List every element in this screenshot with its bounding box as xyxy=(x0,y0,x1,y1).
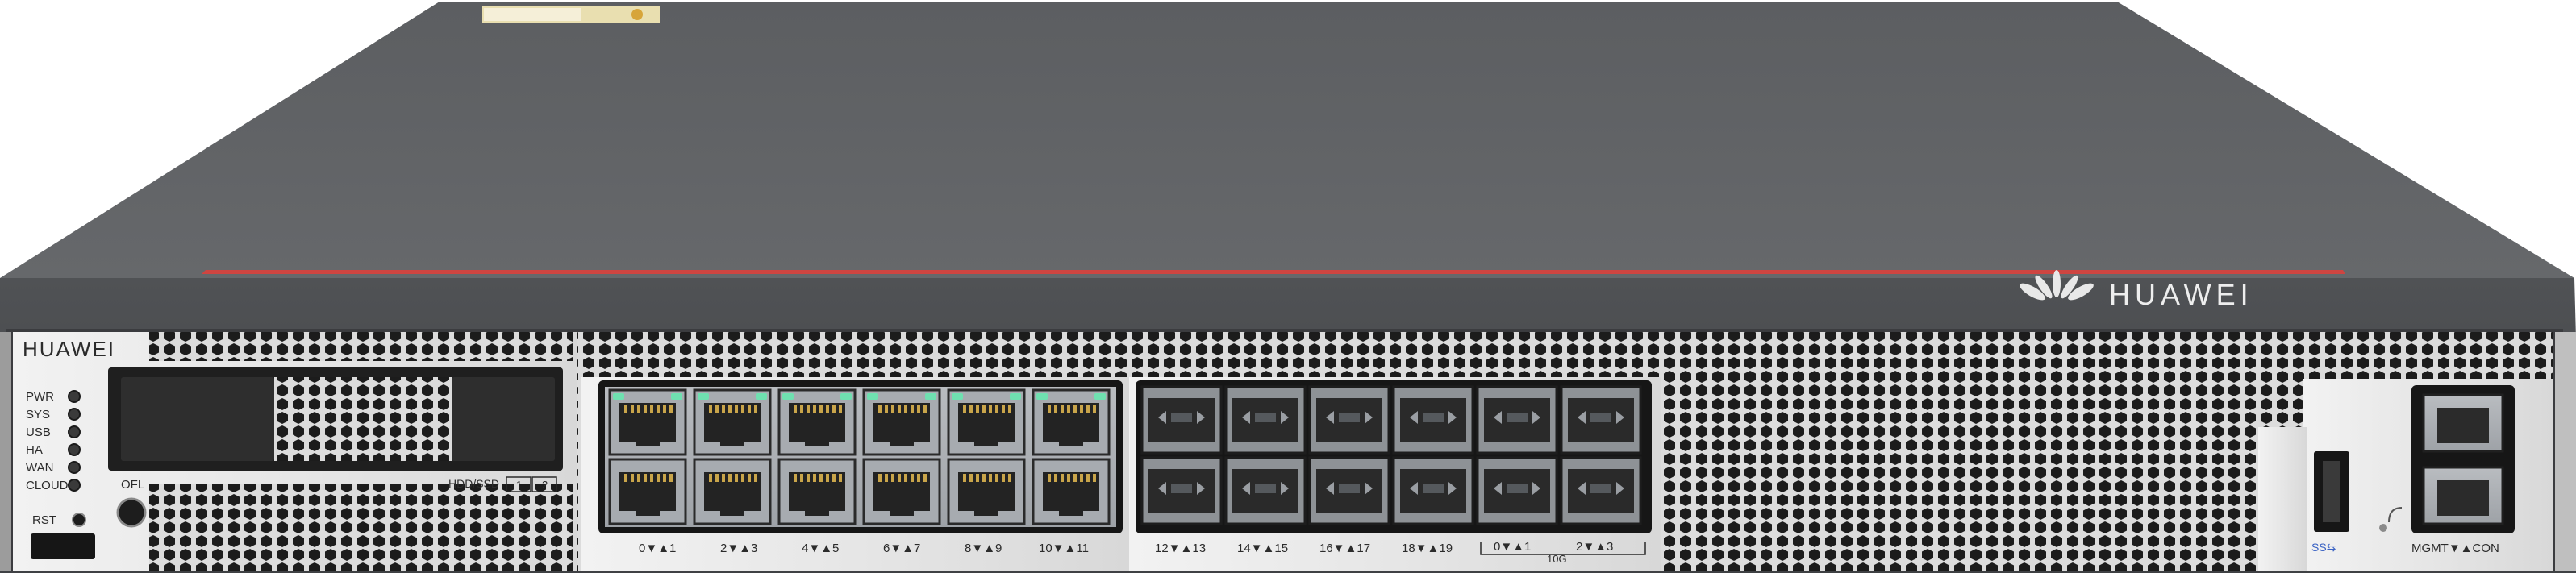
sfp-label-18-19: 18▼▲19 xyxy=(1402,542,1453,555)
hdd-bay[interactable] xyxy=(108,367,563,471)
led-pwr xyxy=(68,390,81,403)
sfp-port[interactable] xyxy=(1476,385,1558,455)
rj45-port[interactable] xyxy=(693,388,772,456)
firewall-device-photo: HUAWEI HUAWEI PWR SYS USB HA WAN CLOUD H… xyxy=(0,0,2576,573)
port-link-led xyxy=(613,393,624,400)
led-cloud xyxy=(68,479,81,492)
usb3-label: SS⇆ xyxy=(2311,541,2336,554)
rst-button[interactable] xyxy=(72,513,86,527)
led-sys xyxy=(68,408,81,421)
rj45-label-2-3: 2▼▲3 xyxy=(720,542,757,555)
sfp-port[interactable] xyxy=(1560,456,1642,525)
right-rack-ear xyxy=(2555,332,2576,571)
rj45-port[interactable] xyxy=(1032,458,1111,525)
rst-label: RST xyxy=(32,513,56,527)
sfp-port[interactable] xyxy=(1308,456,1390,525)
port-link-led xyxy=(952,393,963,400)
mgmt-con-label: MGMT▼▲CON xyxy=(2411,542,2499,555)
rj45-label-6-7: 6▼▲7 xyxy=(883,542,920,555)
sfp-port[interactable] xyxy=(1140,385,1223,455)
sfp10g-label-2-3: 2▼▲3 xyxy=(1576,540,1613,554)
sfp-label-12-13: 12▼▲13 xyxy=(1155,542,1206,555)
rj45-port[interactable] xyxy=(693,458,772,525)
sfp-port[interactable] xyxy=(1224,385,1307,455)
hdd-slot-2: 2 xyxy=(542,479,548,491)
port-activity-led xyxy=(925,393,936,400)
side-brand-label: HUAWEI xyxy=(2109,278,2253,311)
front-brand-label: HUAWEI xyxy=(23,337,115,361)
led-label-pwr: PWR xyxy=(26,390,54,404)
rj45-port[interactable] xyxy=(862,388,941,456)
front-usb-port[interactable] xyxy=(31,533,95,559)
rj45-port[interactable] xyxy=(1032,388,1111,456)
rj45-label-0-1: 0▼▲1 xyxy=(639,542,676,555)
port-link-led xyxy=(867,393,878,400)
led-usb xyxy=(68,425,81,438)
led-label-ha: HA xyxy=(26,443,43,457)
sfp-port[interactable] xyxy=(1308,385,1390,455)
rj45-port[interactable] xyxy=(947,458,1026,525)
rj45-port[interactable] xyxy=(608,388,687,456)
sfp-port[interactable] xyxy=(1560,385,1642,455)
sfp10g-speed-label: 10G xyxy=(1547,553,1567,565)
ofl-button[interactable] xyxy=(116,497,147,528)
led-label-usb: USB xyxy=(26,425,51,439)
port-activity-led xyxy=(1094,393,1106,400)
sfp-port[interactable] xyxy=(1392,456,1474,525)
rj45-label-8-9: 8▼▲9 xyxy=(965,542,1002,555)
port-link-led xyxy=(1036,393,1048,400)
led-wan xyxy=(68,461,81,474)
accent-stripe xyxy=(202,270,2345,274)
sfp-label-14-15: 14▼▲15 xyxy=(1237,542,1288,555)
port-activity-led xyxy=(671,393,682,400)
hdd-label: HDD/SSD xyxy=(448,477,499,490)
sfp-port[interactable] xyxy=(1140,456,1223,525)
sfp-label-16-17: 16▼▲17 xyxy=(1319,542,1370,555)
ofl-label: OFL xyxy=(121,478,144,492)
rj45-port[interactable] xyxy=(862,458,941,525)
hdd-slot-1: 1 xyxy=(516,479,522,491)
port-activity-led xyxy=(1010,393,1021,400)
rj45-label-10-11: 10▼▲11 xyxy=(1039,542,1089,555)
port-activity-led xyxy=(756,393,767,400)
rj45-port[interactable] xyxy=(777,458,857,525)
led-label-sys: SYS xyxy=(26,408,50,421)
port-link-led xyxy=(782,393,794,400)
sfp-port[interactable] xyxy=(1224,456,1307,525)
led-label-cloud: CLOUD xyxy=(26,479,69,492)
led-label-wan: WAN xyxy=(26,461,53,475)
chassis-top xyxy=(0,2,2574,278)
rj45-label-4-5: 4▼▲5 xyxy=(802,542,839,555)
led-ha xyxy=(68,443,81,456)
port-link-led xyxy=(698,393,709,400)
rj45-port[interactable] xyxy=(777,388,857,456)
mgmt-led xyxy=(2379,524,2387,532)
port-activity-led xyxy=(840,393,852,400)
rj45-port[interactable] xyxy=(947,388,1026,456)
sfp-port[interactable] xyxy=(1476,456,1558,525)
sfp-port[interactable] xyxy=(1392,385,1474,455)
rj45-port[interactable] xyxy=(608,458,687,525)
sfp10g-label-0-1: 0▼▲1 xyxy=(1494,540,1531,554)
